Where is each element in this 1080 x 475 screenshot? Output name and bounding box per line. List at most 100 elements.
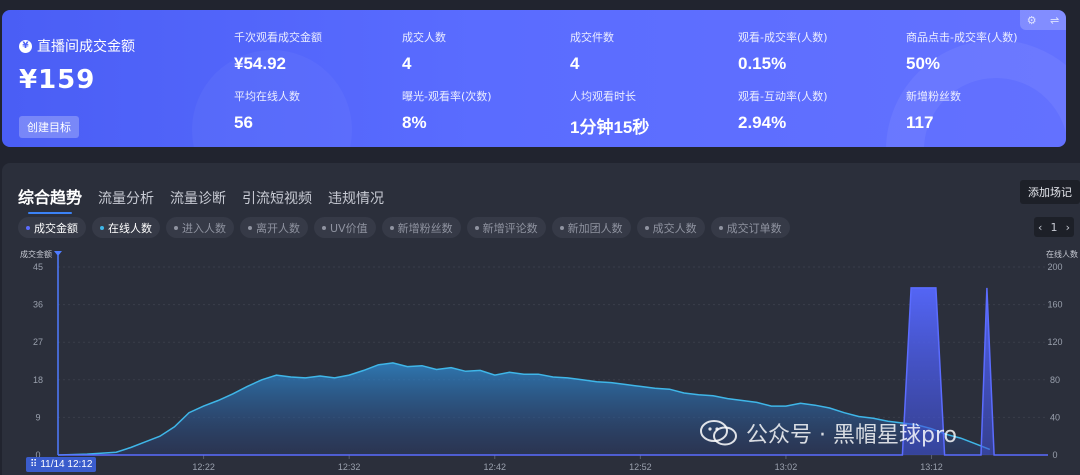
tab-traffic-diagnosis[interactable]: 流量诊断 xyxy=(170,188,226,208)
pill-dot-icon xyxy=(100,225,104,230)
metric-label: 观看-成交率(人数) xyxy=(738,31,828,44)
metric-item: 千次观看成交金额 ¥54.92 xyxy=(234,29,322,74)
drag-handle-icon: ⠿ xyxy=(30,459,38,470)
x-tick-label: 12:42 xyxy=(483,462,506,472)
prev-page-icon[interactable]: ‹ xyxy=(1038,221,1042,234)
metric-pill[interactable]: 新增评论数 xyxy=(466,217,546,238)
metric-value: 4 xyxy=(570,54,580,73)
summary-card: ¥ 直播间成交金额 ¥159 创建目标 千次观看成交金额 ¥54.92 成交人数… xyxy=(2,10,1066,147)
metric-pill[interactable]: 离开人数 xyxy=(240,217,308,238)
pill-label: 新增评论数 xyxy=(482,221,538,235)
x-tick-label: 12:22 xyxy=(192,462,215,472)
metric-label: 观看-互动率(人数) xyxy=(738,90,828,103)
pill-dot-icon xyxy=(474,225,479,230)
metric-label: 新增粉丝数 xyxy=(906,90,961,103)
metric-value: ¥54.92 xyxy=(234,54,286,73)
gmv-title-text: 直播间成交金额 xyxy=(37,39,135,55)
metric-pill[interactable]: 进入人数 xyxy=(166,217,234,238)
metric-pill[interactable]: 新加团人数 xyxy=(551,217,631,238)
pill-label: 成交订单数 xyxy=(726,221,782,235)
pill-label: UV价值 xyxy=(330,221,368,235)
metric-pill[interactable]: 成交订单数 xyxy=(710,217,790,238)
pill-dot-icon xyxy=(174,225,178,230)
wechat-icon xyxy=(700,420,737,446)
pill-label: 成交金额 xyxy=(34,221,78,235)
gear-icon[interactable]: ⚙ xyxy=(1027,14,1037,27)
create-target-button[interactable]: 创建目标 xyxy=(19,116,79,138)
swap-icon[interactable]: ⇌ xyxy=(1050,14,1059,27)
start-marker-icon xyxy=(54,251,62,256)
metric-label: 人均观看时长 xyxy=(570,90,636,103)
time-badge-text: 11/14 12:12 xyxy=(40,459,93,470)
tab-overview[interactable]: 综合趋势 xyxy=(18,184,82,214)
pill-dot-icon xyxy=(559,225,564,230)
add-note-button[interactable]: 添加场记 xyxy=(1020,180,1080,204)
metric-item: 观看-互动率(人数) 2.94% xyxy=(738,88,828,133)
pill-label: 新增粉丝数 xyxy=(397,221,453,235)
y-tick-label: 45 xyxy=(33,262,43,272)
metric-value: 56 xyxy=(234,113,253,132)
yen-icon: ¥ xyxy=(19,39,32,53)
pill-dot-icon xyxy=(26,225,30,230)
y-tick-label: 18 xyxy=(33,375,43,385)
y-tick-label: 9 xyxy=(35,412,40,422)
y2-tick-label: 80 xyxy=(1050,375,1060,385)
watermark: 公众号 · 黑帽星球pro xyxy=(700,417,957,449)
x-tick-label: 13:12 xyxy=(920,462,943,472)
tab-short-videos[interactable]: 引流短视频 xyxy=(242,188,312,208)
metric-label: 千次观看成交金额 xyxy=(234,31,322,44)
metric-label: 商品点击-成交率(人数) xyxy=(906,31,1018,44)
metric-value: 1分钟15秒 xyxy=(570,118,650,137)
metric-value: 50% xyxy=(906,54,941,73)
pill-label: 新加团人数 xyxy=(567,221,623,235)
metric-item: 观看-成交率(人数) 0.15% xyxy=(738,29,828,74)
pill-dot-icon xyxy=(718,225,723,230)
metric-label: 成交件数 xyxy=(570,31,614,44)
watermark-text: 公众号 · 黑帽星球pro xyxy=(746,423,957,448)
metric-pills: 成交金额 在线人数 进入人数 离开人数 UV价值 新增粉丝数 新增评论数 新加团人数 成交人数 成… xyxy=(18,217,790,238)
metric-value: 0.15% xyxy=(738,54,787,73)
x-tick-label: 12:52 xyxy=(629,462,652,472)
metric-value: 4 xyxy=(402,54,412,73)
tab-violations[interactable]: 违规情况 xyxy=(328,188,384,208)
metric-value: 117 xyxy=(906,113,934,132)
y2-tick-label: 120 xyxy=(1047,337,1062,347)
metric-item: 平均在线人数 56 xyxy=(234,88,300,133)
tab-bar: 综合趋势 流量分析 流量诊断 引流短视频 违规情况 xyxy=(18,184,384,214)
pill-dot-icon xyxy=(644,225,649,230)
pill-label: 离开人数 xyxy=(256,221,300,235)
y-tick-label: 36 xyxy=(33,300,43,310)
card-tools: ⚙ ⇌ xyxy=(1020,10,1066,30)
pager: ‹ 1 › xyxy=(1034,217,1074,237)
metric-pill[interactable]: 成交人数 xyxy=(636,217,705,238)
tab-traffic-analysis[interactable]: 流量分析 xyxy=(98,188,154,208)
metric-label: 曝光-观看率(次数) xyxy=(402,90,492,103)
pill-dot-icon xyxy=(322,225,326,230)
metric-label: 平均在线人数 xyxy=(234,90,300,103)
metric-item: 商品点击-成交率(人数) 50% xyxy=(906,29,1018,74)
y2-tick-label: 160 xyxy=(1047,300,1062,310)
metric-value: 8% xyxy=(402,113,427,132)
y2-tick-label: 200 xyxy=(1047,262,1062,272)
metric-label: 成交人数 xyxy=(402,31,446,44)
metric-item: 成交人数 4 xyxy=(402,29,446,74)
time-badge[interactable]: ⠿ 11/14 12:12 xyxy=(26,457,97,472)
metric-item: 成交件数 4 xyxy=(570,29,614,74)
y-tick-label: 27 xyxy=(33,337,43,347)
gmv-value: ¥159 xyxy=(19,65,96,95)
metric-value: 2.94% xyxy=(738,113,787,132)
pill-dot-icon xyxy=(248,225,252,230)
metric-pill[interactable]: 成交金额 xyxy=(18,217,86,238)
pill-dot-icon xyxy=(389,225,394,230)
metric-pill[interactable]: 新增粉丝数 xyxy=(381,217,461,238)
x-tick-label: 12:32 xyxy=(338,462,361,472)
gmv-title: ¥ 直播间成交金额 xyxy=(19,36,135,56)
next-page-icon[interactable]: › xyxy=(1066,221,1070,234)
metric-pill[interactable]: 在线人数 xyxy=(92,217,160,238)
pill-label: 成交人数 xyxy=(652,221,697,235)
metric-item: 人均观看时长 1分钟15秒 xyxy=(570,88,649,138)
x-tick-label: 13:02 xyxy=(775,462,798,472)
metric-pill[interactable]: UV价值 xyxy=(314,217,376,238)
metric-item: 新增粉丝数 117 xyxy=(906,88,961,133)
y2-tick-label: 0 xyxy=(1052,450,1057,460)
